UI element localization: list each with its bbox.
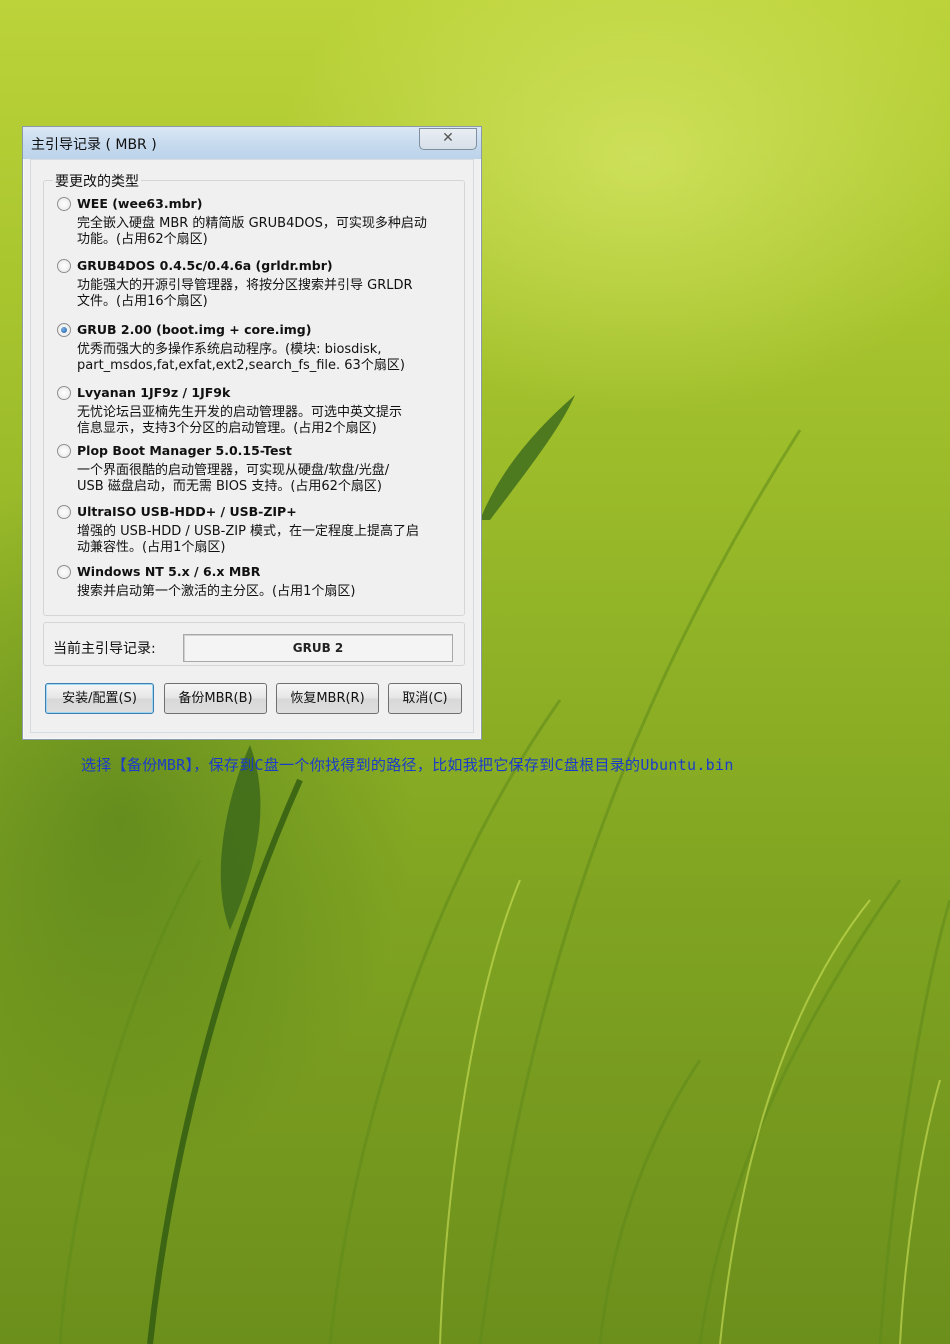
option-description: 优秀而强大的多操作系统启动程序。(模块: biosdisk, part_msdo…: [77, 342, 447, 374]
description-line: 无忧论坛吕亚楠先生开发的启动管理器。可选中英文提示: [77, 405, 403, 420]
option-title: Plop Boot Manager 5.0.15-Test: [77, 443, 292, 458]
option-description: 增强的 USB-HDD / USB-ZIP 模式，在一定程度上提高了启 动兼容性…: [77, 524, 447, 556]
description-line: 优秀而强大的多操作系统启动程序。(模块: biosdisk,: [77, 342, 382, 357]
radio-windows-nt[interactable]: [57, 565, 71, 579]
option-title: UltraISO USB-HDD+ / USB-ZIP+: [77, 504, 297, 519]
option-description: 无忧论坛吕亚楠先生开发的启动管理器。可选中英文提示 信息显示，支持3个分区的启动…: [77, 405, 447, 437]
option-title: WEE (wee63.mbr): [77, 196, 203, 211]
option-description: 功能强大的开源引导管理器，将按分区搜索并引导 GRLDR 文件。(占用16个扇区…: [77, 278, 447, 310]
radio-wee[interactable]: [57, 197, 71, 211]
dialog-titlebar[interactable]: 主引导记录 ( MBR ) ✕: [23, 127, 481, 159]
option-description: 完全嵌入硬盘 MBR 的精简版 GRUB4DOS，可实现多种启动 功能。(占用6…: [77, 216, 447, 248]
description-line: 功能强大的开源引导管理器，将按分区搜索并引导 GRLDR: [77, 278, 413, 293]
install-config-button[interactable]: 安装/配置(S): [45, 683, 154, 714]
description-line: part_msdos,fat,exfat,ext2,search_fs_file…: [77, 358, 405, 373]
close-icon: ✕: [442, 130, 454, 146]
mbr-dialog: 主引导记录 ( MBR ) ✕ 要更改的类型 WEE (wee63.mbr) 完…: [22, 126, 482, 740]
radio-ultraiso[interactable]: [57, 505, 71, 519]
instruction-caption: 选择【备份MBR】，保存到C盘一个你找得到的路径，比如我把它保存到C盘根目录的U…: [81, 756, 734, 774]
description-line: 一个界面很酷的启动管理器，可实现从硬盘/软盘/光盘/: [77, 463, 390, 478]
option-title: Windows NT 5.x / 6.x MBR: [77, 564, 261, 579]
option-title: GRUB 2.00 (boot.img + core.img): [77, 322, 312, 337]
option-title: GRUB4DOS 0.4.5c/0.4.6a (grldr.mbr): [77, 258, 333, 273]
current-mbr-value: GRUB 2: [183, 634, 453, 662]
description-line: 功能。(占用62个扇区): [77, 232, 208, 247]
restore-mbr-button[interactable]: 恢复MBR(R): [276, 683, 379, 714]
description-line: 信息显示，支持3个分区的启动管理。(占用2个扇区): [77, 421, 377, 436]
description-line: 完全嵌入硬盘 MBR 的精简版 GRUB4DOS，可实现多种启动: [77, 216, 427, 231]
radio-grub4dos[interactable]: [57, 259, 71, 273]
option-title: Lvyanan 1JF9z / 1JF9k: [77, 385, 231, 400]
current-mbr-label: 当前主引导记录:: [53, 641, 156, 657]
radio-lvyanan[interactable]: [57, 386, 71, 400]
description-line: USB 磁盘启动，而无需 BIOS 支持。(占用62个扇区): [77, 479, 383, 494]
description-line: 增强的 USB-HDD / USB-ZIP 模式，在一定程度上提高了启: [77, 524, 420, 539]
close-button[interactable]: ✕: [419, 128, 477, 150]
radio-plop[interactable]: [57, 444, 71, 458]
description-line: 文件。(占用16个扇区): [77, 294, 208, 309]
cancel-button[interactable]: 取消(C): [388, 683, 462, 714]
radio-grub2[interactable]: [57, 323, 71, 337]
dialog-client-area: 要更改的类型 WEE (wee63.mbr) 完全嵌入硬盘 MBR 的精简版 G…: [30, 159, 474, 733]
group-title: 要更改的类型: [53, 171, 141, 191]
option-description: 搜索并启动第一个激活的主分区。(占用1个扇区): [77, 584, 447, 600]
option-description: 一个界面很酷的启动管理器，可实现从硬盘/软盘/光盘/ USB 磁盘启动，而无需 …: [77, 463, 447, 495]
dialog-title: 主引导记录 ( MBR ): [31, 137, 157, 153]
backup-mbr-button[interactable]: 备份MBR(B): [164, 683, 267, 714]
description-line: 动兼容性。(占用1个扇区): [77, 540, 226, 555]
description-line: 搜索并启动第一个激活的主分区。(占用1个扇区): [77, 584, 356, 599]
